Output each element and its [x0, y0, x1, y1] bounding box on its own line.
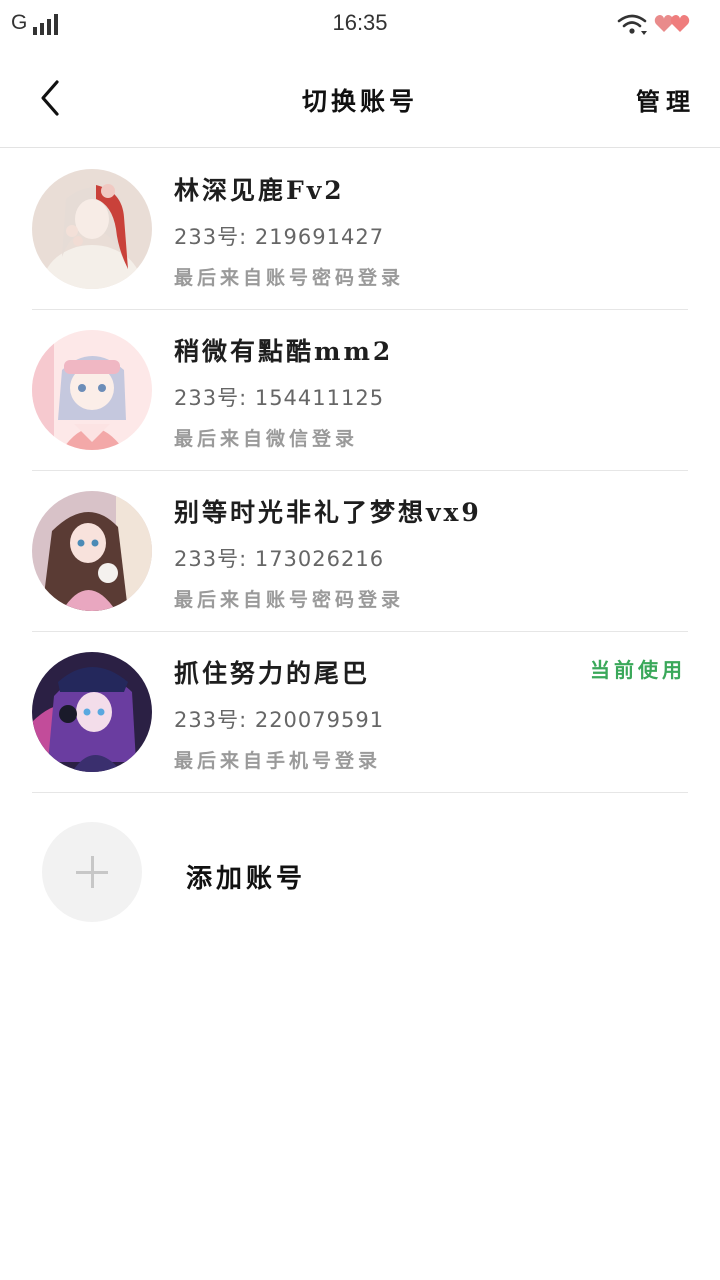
add-account-button[interactable]: 添加账号 — [0, 822, 720, 926]
account-id: 233号: 173026216 — [174, 547, 385, 571]
account-list: 林深见鹿Fv2 233号: 219691427 最后来自账号密码登录 稍微有點酷… — [0, 149, 720, 793]
status-time: 16:35 — [332, 10, 388, 35]
avatar — [32, 491, 152, 611]
current-account-badge: 当前使用 — [590, 658, 686, 682]
avatar — [32, 330, 152, 450]
account-item[interactable]: 稍微有點酷mm2 233号: 154411125 最后来自微信登录 — [0, 310, 720, 471]
manage-button[interactable]: 管理 — [636, 82, 696, 117]
account-id: 233号: 219691427 — [174, 225, 385, 249]
account-id: 233号: 220079591 — [174, 708, 385, 732]
last-login-method: 最后来自手机号登录 — [174, 750, 382, 772]
avatar — [32, 169, 152, 289]
wifi-icon — [617, 14, 647, 35]
nav-bar: 切换账号 管理 — [0, 48, 720, 148]
last-login-method: 最后来自账号密码登录 — [174, 589, 405, 611]
last-login-method: 最后来自账号密码登录 — [174, 267, 405, 289]
status-bar: G 16:35 — [0, 0, 720, 48]
add-account-label: 添加账号 — [186, 864, 307, 894]
account-item[interactable]: 林深见鹿Fv2 233号: 219691427 最后来自账号密码登录 — [0, 149, 720, 310]
account-name: 抓住努力的尾巴 — [174, 659, 371, 688]
account-item[interactable]: 别等时光非礼了梦想vx9 233号: 173026216 最后来自账号密码登录 — [0, 471, 720, 632]
account-item[interactable]: 抓住努力的尾巴 当前使用 233号: 220079591 最后来自手机号登录 — [0, 632, 720, 793]
heart-icon — [654, 15, 690, 32]
page-title: 切换账号 — [301, 87, 418, 116]
last-login-method: 最后来自微信登录 — [174, 428, 359, 450]
plus-icon[interactable] — [42, 822, 142, 922]
account-name: 稍微有點酷mm2 — [174, 337, 394, 366]
account-id: 233号: 154411125 — [174, 386, 385, 410]
avatar — [32, 652, 152, 772]
account-name: 别等时光非礼了梦想vx9 — [174, 498, 482, 527]
account-name: 林深见鹿Fv2 — [174, 176, 345, 205]
